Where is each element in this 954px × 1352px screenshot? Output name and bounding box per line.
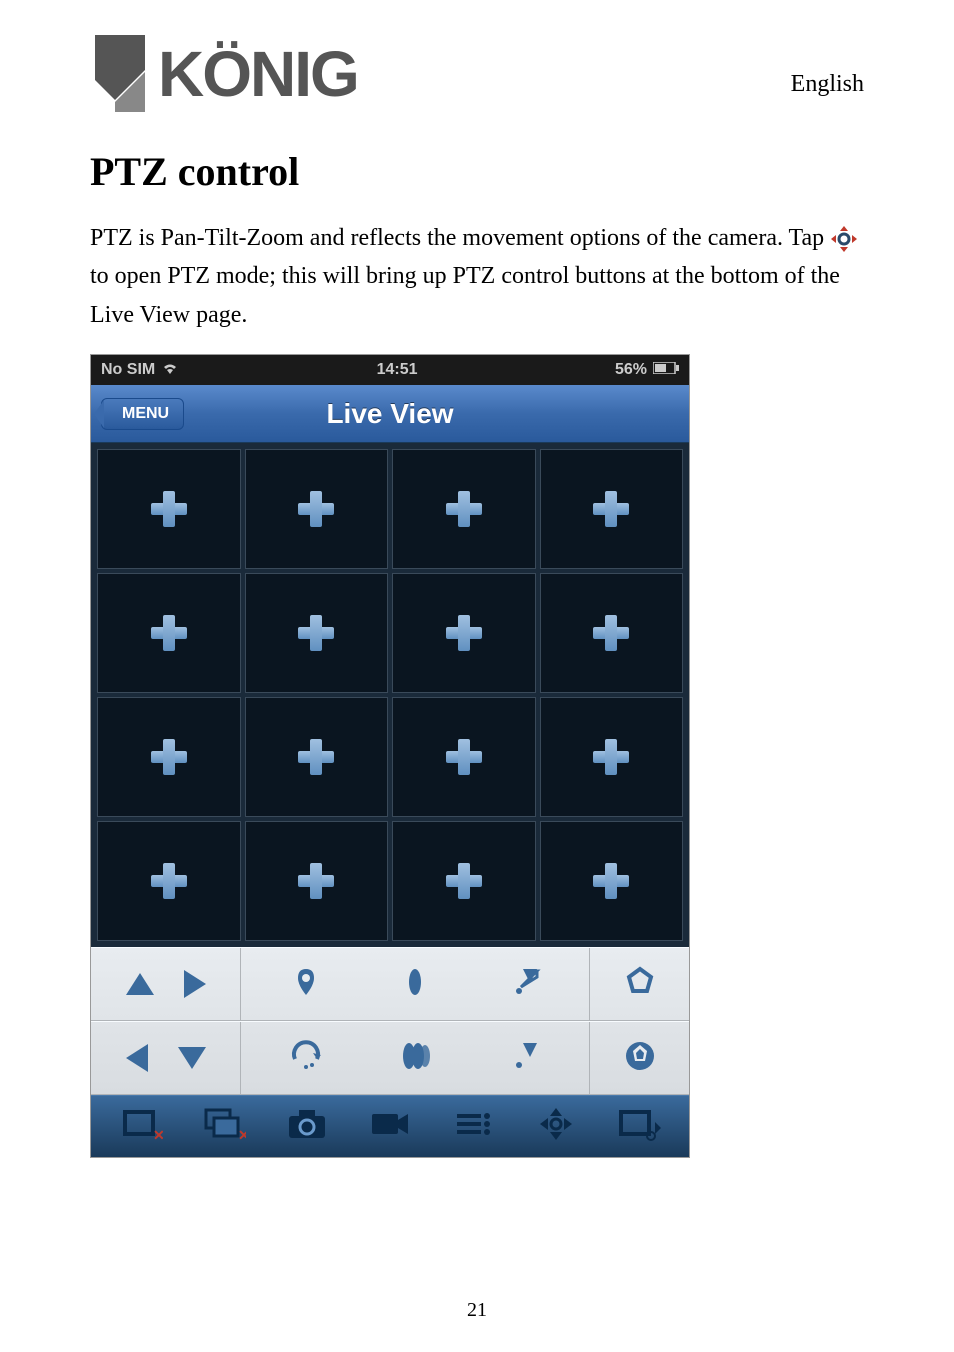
add-camera-icon — [149, 489, 189, 529]
record-icon[interactable] — [368, 1106, 412, 1147]
svg-text:✕: ✕ — [153, 1129, 163, 1142]
close-window-icon[interactable]: ✕ — [119, 1106, 163, 1147]
body-paragraph: PTZ is Pan-Tilt-Zoom and reflects the mo… — [90, 219, 864, 334]
add-camera-icon — [444, 613, 484, 653]
add-camera-icon — [296, 489, 336, 529]
brand-logo: KÖNIG — [90, 30, 358, 118]
auto-scan-icon[interactable] — [289, 1039, 323, 1078]
menu-button[interactable]: MENU — [101, 398, 184, 430]
add-camera-icon — [296, 861, 336, 901]
battery-label: 56% — [615, 361, 647, 379]
add-camera-icon — [296, 737, 336, 777]
page-number: 21 — [467, 1299, 487, 1322]
add-camera-icon — [444, 489, 484, 529]
add-camera-icon — [591, 737, 631, 777]
add-camera-icon — [296, 613, 336, 653]
carrier-label: No SIM — [101, 361, 155, 379]
camera-slot[interactable] — [245, 449, 389, 569]
focus-near-icon[interactable] — [400, 967, 430, 1002]
iris-open-icon[interactable] — [623, 965, 657, 1004]
ptz-control-panel — [91, 947, 689, 1095]
camera-slot[interactable] — [392, 697, 536, 817]
wifi-icon — [161, 361, 179, 380]
logo-mark-icon — [90, 30, 150, 118]
camera-slot[interactable] — [97, 697, 241, 817]
add-camera-icon — [591, 613, 631, 653]
preset-point-icon[interactable] — [289, 965, 323, 1004]
add-camera-icon — [591, 489, 631, 529]
camera-slot[interactable] — [392, 573, 536, 693]
add-camera-icon — [591, 861, 631, 901]
quality-icon[interactable] — [451, 1106, 495, 1147]
zoom-out-icon[interactable] — [507, 1039, 541, 1078]
camera-slot[interactable] — [245, 821, 389, 941]
camera-slot[interactable] — [540, 573, 684, 693]
nav-bar: MENU Live View — [91, 385, 689, 443]
add-camera-icon — [444, 861, 484, 901]
language-label: English — [791, 71, 864, 98]
ptz-inline-icon — [830, 225, 858, 253]
camera-slot[interactable] — [245, 573, 389, 693]
page-heading: PTZ control — [90, 148, 864, 195]
pan-left-button[interactable] — [126, 1044, 148, 1072]
body-text-part1: PTZ is Pan-Tilt-Zoom and reflects the mo… — [90, 225, 830, 251]
pan-down-button[interactable] — [178, 1047, 206, 1069]
time-label: 14:51 — [377, 361, 418, 379]
snapshot-icon[interactable] — [285, 1106, 329, 1147]
status-bar: No SIM 14:51 56% — [91, 355, 689, 385]
focus-far-icon[interactable] — [398, 1039, 432, 1078]
logo-text: KÖNIG — [158, 37, 358, 111]
add-camera-icon — [444, 737, 484, 777]
add-camera-icon — [149, 861, 189, 901]
iris-close-icon[interactable] — [623, 1039, 657, 1078]
nav-title: Live View — [326, 398, 453, 430]
ptz-mode-icon[interactable] — [534, 1106, 578, 1147]
camera-slot[interactable] — [540, 821, 684, 941]
fullscreen-icon[interactable] — [617, 1106, 661, 1147]
battery-icon — [653, 361, 679, 379]
camera-slot[interactable] — [97, 573, 241, 693]
camera-slot[interactable] — [392, 449, 536, 569]
bottom-toolbar: ✕ ✕ — [91, 1095, 689, 1157]
ptz-row-1 — [91, 947, 689, 1021]
page-header: KÖNIG English — [90, 30, 864, 118]
camera-slot[interactable] — [245, 697, 389, 817]
add-camera-icon — [149, 737, 189, 777]
camera-slot[interactable] — [97, 821, 241, 941]
camera-slot[interactable] — [392, 821, 536, 941]
add-camera-icon — [149, 613, 189, 653]
camera-grid — [91, 443, 689, 947]
close-all-icon[interactable]: ✕ — [202, 1106, 246, 1147]
camera-slot[interactable] — [540, 449, 684, 569]
pan-right-button[interactable] — [184, 970, 206, 998]
pan-up-button[interactable] — [126, 973, 154, 995]
ptz-row-2 — [91, 1021, 689, 1095]
zoom-in-icon[interactable] — [507, 965, 541, 1004]
camera-slot[interactable] — [97, 449, 241, 569]
svg-text:✕: ✕ — [238, 1129, 246, 1142]
body-text-part2: to open PTZ mode; this will bring up PTZ… — [90, 263, 840, 327]
app-screenshot: No SIM 14:51 56% MENU Live View — [90, 354, 690, 1158]
camera-slot[interactable] — [540, 697, 684, 817]
